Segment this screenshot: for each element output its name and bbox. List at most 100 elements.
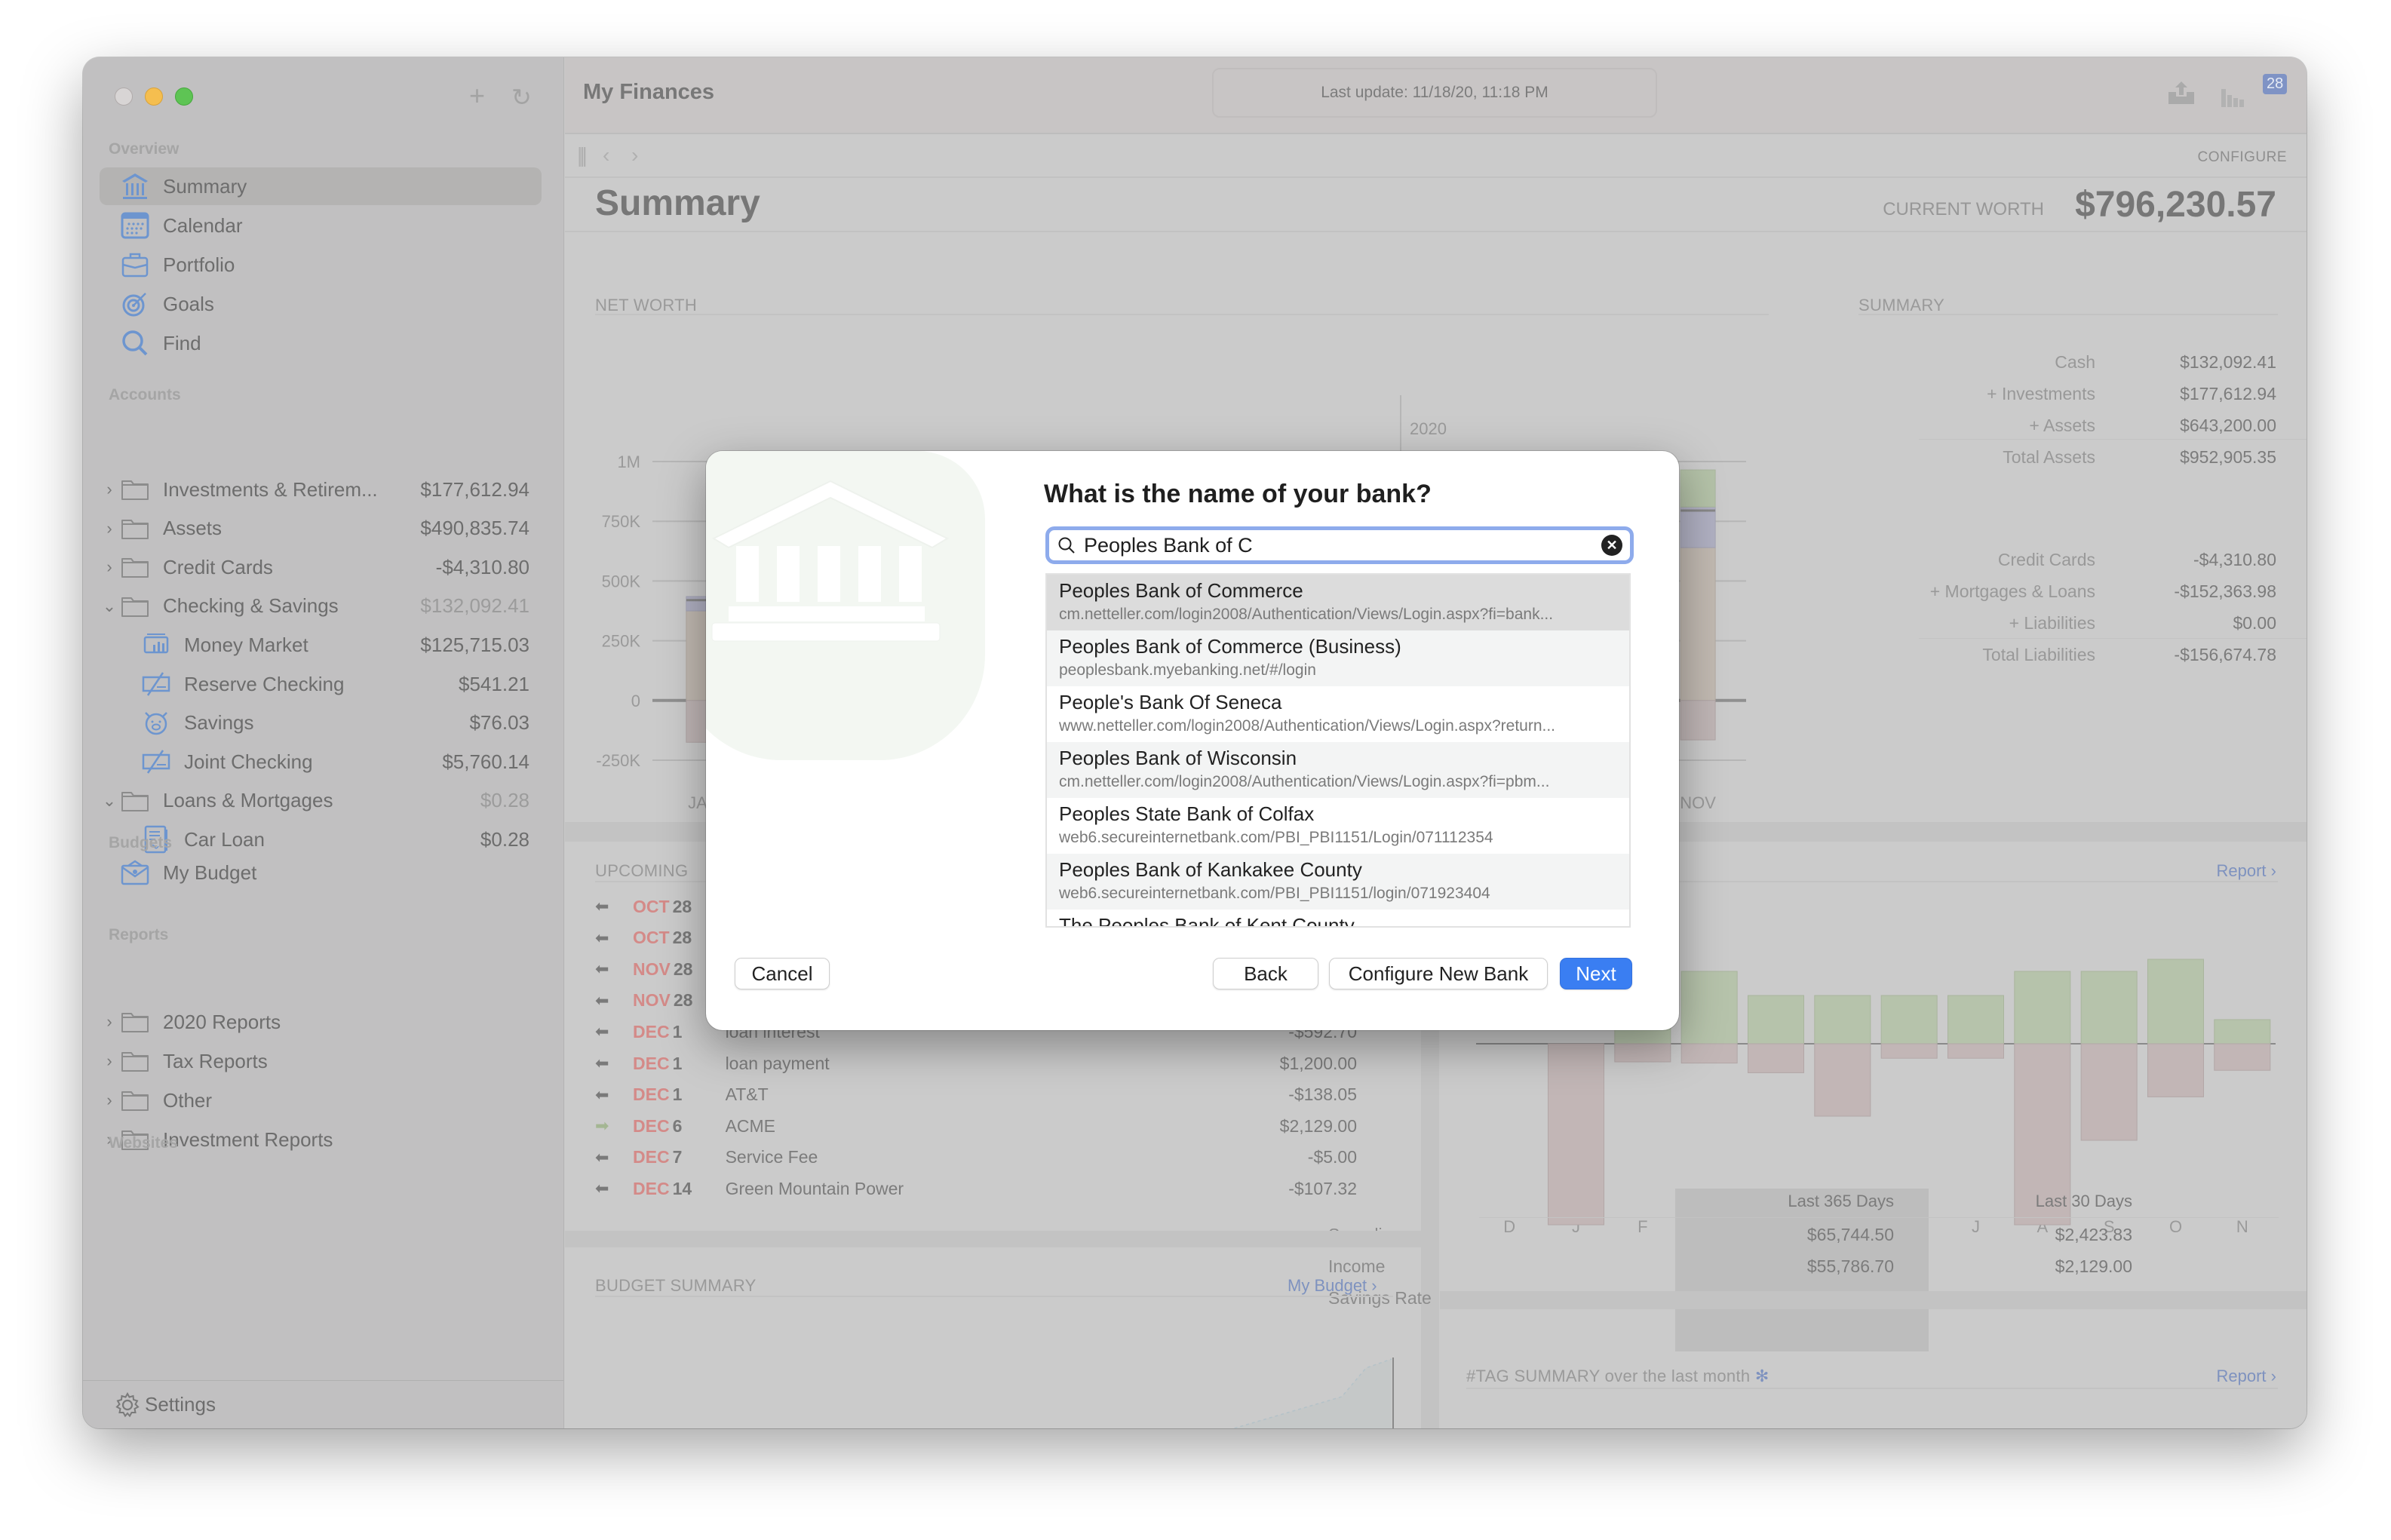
zoom-window-button[interactable] [175,87,193,106]
sidebar-account-item[interactable]: Savings $76.03 [100,704,542,742]
account-balance: $177,612.94 [420,477,529,501]
sidebar-account-item[interactable]: ⌄ Loans & Mortgages $0.28 [100,782,542,820]
upcoming-row[interactable]: ⬅ DEC 1 AT&T -$138.05 [595,1079,1357,1111]
upcoming-title: UPCOMING [595,861,689,880]
stat-365: $65,744.50 [1806,1224,1894,1244]
arrow-left-icon: ⬅ [595,928,609,947]
income-bar [1880,995,1938,1045]
forward-nav-icon[interactable]: › [631,143,638,167]
bank-result-item[interactable]: Peoples State Bank of Colfax web6.securei… [1047,798,1629,854]
folder-icon [118,1009,152,1035]
stats-rule [1479,1217,2279,1218]
refresh-icon[interactable]: ↻ [511,83,532,112]
bank-name: The Peoples Bank of Kent County [1059,914,1355,928]
upcoming-day: 1 [672,1084,683,1105]
chevron-right-icon[interactable]: › [101,1091,118,1110]
account-balance: $5,760.14 [442,750,529,773]
bank-url: peoplesbank.myebanking.net/#/login [1059,661,1316,679]
minimize-window-button[interactable] [145,87,163,106]
upcoming-month: DEC [633,1178,670,1198]
bank-url: cm.netteller.com/login2008/Authenticatio… [1059,606,1554,623]
cancel-button[interactable]: Cancel [735,958,830,989]
sidebar-item-find[interactable]: Find [100,324,542,362]
chevron-right-icon[interactable]: › [101,557,118,577]
summary-label: Cash [2055,351,2095,372]
sidebar-account-item[interactable]: Reserve Checking $541.21 [100,665,542,703]
back-nav-icon[interactable]: ‹ [603,143,609,167]
sidebar-account-item[interactable]: › Assets $490,835.74 [100,510,542,548]
chevron-right-icon[interactable]: › [101,519,118,538]
sidebar-account-item[interactable]: › Credit Cards -$4,310.80 [100,548,542,586]
settings-button[interactable]: Settings [83,1380,563,1428]
bank-result-item[interactable]: Peoples Bank of Commerce cm.netteller.com… [1047,575,1629,630]
upcoming-row[interactable]: ⬅ DEC 1 loan payment $1,200.00 [595,1048,1357,1079]
bank-name: People's Bank Of Seneca [1059,691,1282,713]
sidebar-item-label: Calendar [163,213,243,237]
notification-badge[interactable]: 28 [2263,74,2288,94]
summary-total-rule [1919,439,2307,440]
y-tick-label: 500K [602,572,641,591]
bank-search-input[interactable]: Peoples Bank of C ✕ [1045,526,1634,564]
sidebar-account-item[interactable]: › Investments & Retirem... $177,612.94 [100,471,542,508]
chevron-right-icon[interactable]: › [101,480,118,499]
summary-value: $643,200.00 [2180,415,2276,435]
close-window-button[interactable] [115,87,133,106]
upcoming-month: DEC [633,1147,670,1167]
clear-search-icon[interactable]: ✕ [1601,535,1622,556]
account-label: Savings [184,711,254,735]
chevron-down-icon[interactable]: ⌄ [101,597,118,616]
spending-report-link[interactable]: Report › [2217,861,2276,881]
gear-icon[interactable]: ✻ [1755,1367,1769,1385]
spending-stat-row: Income $55,786.70 $2,129.00 [1328,1250,2132,1282]
bank-result-item[interactable]: The Peoples Bank of Kent County [1047,910,1629,928]
sidebar-item-my-budget[interactable]: My Budget [100,854,542,891]
account-balance: $490,835.74 [420,517,529,540]
checkbook-icon [139,671,173,697]
bank-result-item[interactable]: Peoples Bank of Wisconsin cm.netteller.co… [1047,742,1629,798]
chevron-right-icon[interactable]: › [101,1051,118,1071]
back-button[interactable]: Back [1213,958,1318,989]
sidebar-item-calendar[interactable]: Calendar [100,207,542,244]
sidebar-account-item[interactable]: Money Market $125,715.03 [100,626,542,664]
export-icon[interactable] [2167,80,2196,109]
bank-result-item[interactable]: Peoples Bank of Commerce (Business) peopl… [1047,630,1629,686]
upcoming-row[interactable]: ⬅ DEC 14 Green Mountain Power -$107.32 [595,1173,1357,1204]
add-icon[interactable]: + [469,80,485,112]
sidebar-item-goals[interactable]: Goals [100,285,542,323]
sidebar-account-item[interactable]: ⌄ Checking & Savings $132,092.41 [100,587,542,625]
sidebar-account-item[interactable]: Joint Checking $5,760.14 [100,743,542,781]
bank-result-item[interactable]: Peoples Bank of Kankakee County web6.secu… [1047,854,1629,910]
summary-value: $132,092.41 [2180,351,2276,372]
summary-value: $952,905.35 [2180,446,2276,467]
sidebar-report-folder[interactable]: › 2020 Reports [100,1003,542,1041]
income-bar [1814,995,1871,1045]
folder-icon [118,1048,152,1074]
summary-total-rule [1919,638,2307,639]
tag-report-link[interactable]: Report › [2217,1367,2276,1386]
my-budget-link[interactable]: My Budget › [1288,1276,1377,1296]
upcoming-row[interactable]: ⬅ DEC 7 Service Fee -$5.00 [595,1142,1357,1173]
next-button[interactable]: Next [1560,958,1632,989]
net-worth-bar-cash [1680,469,1716,508]
income-bar [1947,995,2004,1045]
upcoming-row[interactable]: ➡ DEC 6 ACME $2,129.00 [595,1110,1357,1142]
sidebar-report-folder[interactable]: › Tax Reports [100,1042,542,1080]
chevron-down-icon[interactable]: ⌄ [101,791,118,811]
bank-icon [711,480,950,642]
sidebar-report-folder[interactable]: › Other [100,1081,542,1119]
sidebar-item-portfolio[interactable]: Portfolio [100,246,542,284]
upcoming-description: AT&T [725,1084,769,1105]
net-worth-rule [595,314,1769,315]
report-label: 2020 Reports [163,1010,281,1033]
sidebar-item-summary[interactable]: Summary [100,167,542,205]
bank-result-item[interactable]: People's Bank Of Seneca www.netteller.com… [1047,686,1629,742]
summary-row: + Assets $643,200.00 [1869,410,2276,440]
configure-new-bank-button[interactable]: Configure New Bank [1329,958,1548,989]
summary-row: + Investments $177,612.94 [1869,379,2276,409]
chevron-right-icon[interactable]: › [101,1012,118,1032]
sidebar-toggle-icon[interactable]: ||| [577,143,588,167]
app-title: My Finances [583,80,715,104]
bank-results-list[interactable]: Peoples Bank of Commerce cm.netteller.com… [1045,573,1631,928]
reconcile-icon[interactable] [2221,84,2244,111]
configure-button[interactable]: CONFIGURE [2198,149,2288,166]
